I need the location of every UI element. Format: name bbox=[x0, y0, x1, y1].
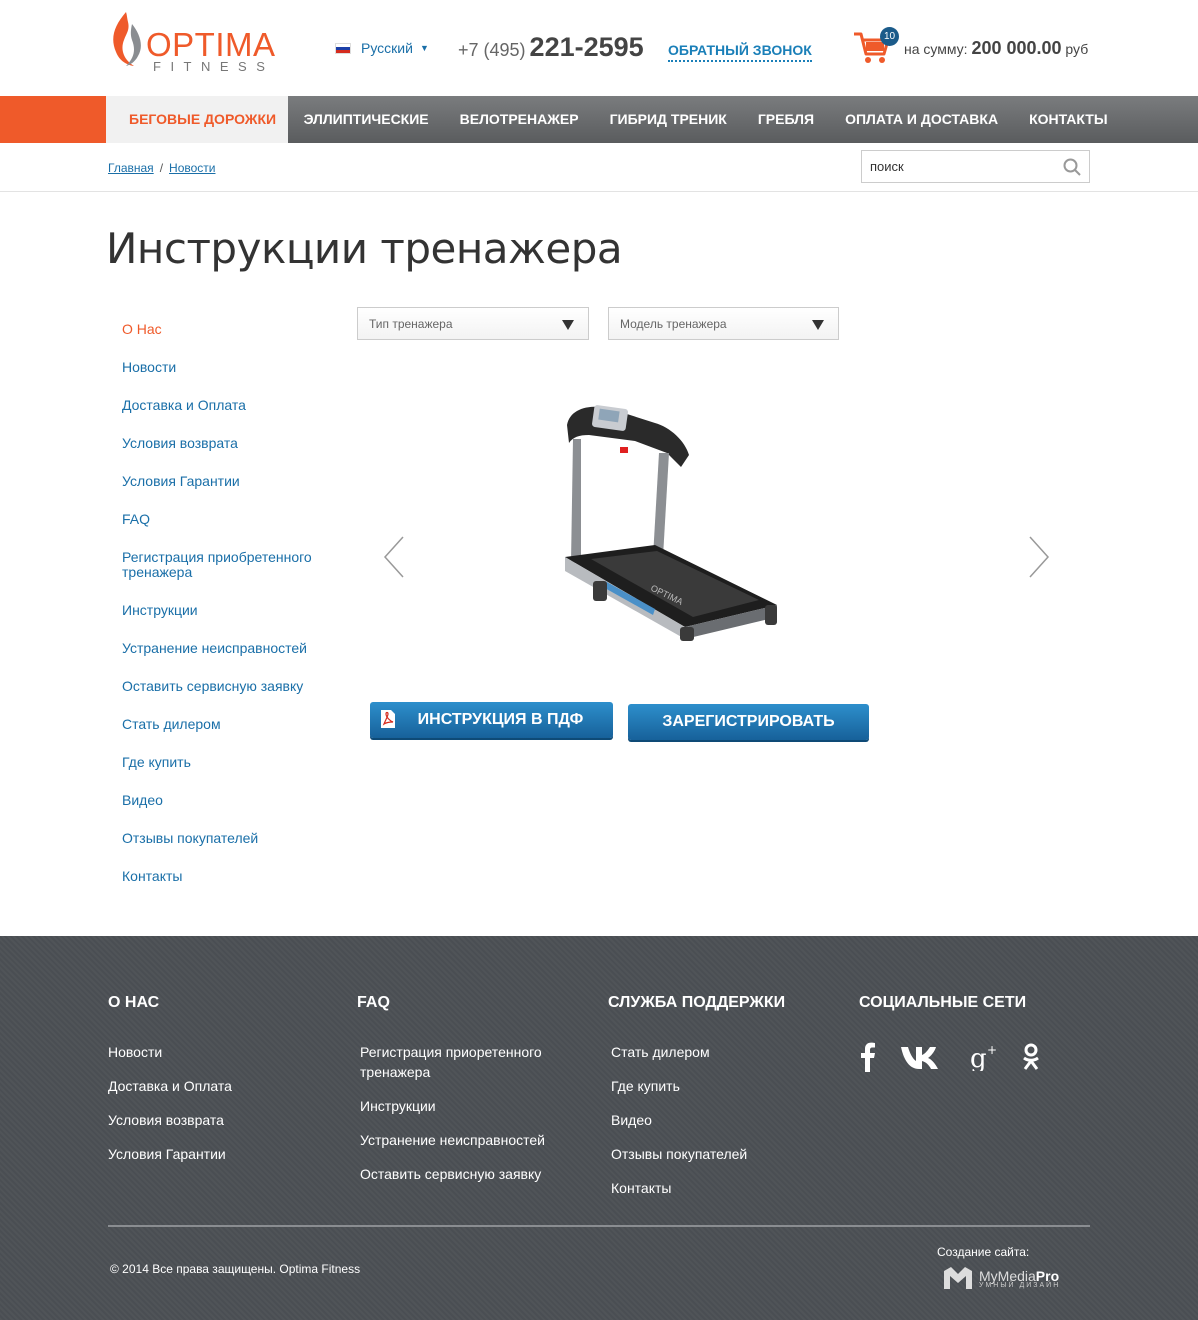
footer-col-social: СОЦИАЛЬНЫЕ СЕТИ bbox=[859, 994, 1026, 1042]
breadcrumb-bar: Главная / Новости bbox=[0, 143, 1198, 192]
phone-code: +7 (495) bbox=[458, 40, 526, 60]
footer-link-delivery[interactable]: Доставка и Оплата bbox=[108, 1076, 232, 1096]
footer-col-about: О НАС Новости Доставка и Оплата Условия … bbox=[108, 994, 232, 1178]
social-icons: g + bbox=[860, 1042, 1064, 1072]
model-select[interactable]: Модель тренажера bbox=[608, 307, 839, 340]
made-by-label: Создание сайта: bbox=[937, 1245, 1030, 1259]
search-input[interactable] bbox=[862, 151, 1052, 182]
footer-link-returns[interactable]: Условия возврата bbox=[108, 1110, 232, 1130]
footer-col-faq: FAQ Регистрация приоретенного тренажера … bbox=[357, 994, 557, 1198]
main-navigation: БЕГОВЫЕ ДОРОЖКИ ЭЛЛИПТИЧЕСКИЕ ВЕЛОТРЕНАЖ… bbox=[0, 96, 1198, 143]
sidebar-item-troubleshooting[interactable]: Устранение неисправностей bbox=[122, 641, 332, 656]
cart-count-badge: 10 bbox=[880, 27, 899, 46]
sidebar-item-become-dealer[interactable]: Стать дилером bbox=[122, 717, 332, 732]
footer-divider bbox=[108, 1225, 1090, 1227]
nav-item-treadmills[interactable]: БЕГОВЫЕ ДОРОЖКИ bbox=[106, 96, 289, 143]
nav-item-hybrid[interactable]: ГИБРИД ТРЕНИК bbox=[594, 96, 742, 143]
slider-next-arrow-icon[interactable] bbox=[1028, 535, 1050, 579]
type-select[interactable]: Тип тренажера bbox=[357, 307, 589, 340]
footer-link-warranty[interactable]: Условия Гарантии bbox=[108, 1144, 232, 1164]
page-title: Инструкции тренажера bbox=[106, 224, 623, 273]
footer-link-video[interactable]: Видео bbox=[608, 1110, 785, 1130]
copyright-text: © 2014 Все права защищены. Optima Fitnes… bbox=[110, 1262, 361, 1276]
footer-link-registration[interactable]: Регистрация приоретенного тренажера bbox=[357, 1042, 557, 1082]
vk-icon[interactable] bbox=[900, 1044, 946, 1070]
nav-item-payment-delivery[interactable]: ОПЛАТА И ДОСТАВКА bbox=[830, 96, 1014, 143]
svg-text:g: g bbox=[970, 1044, 987, 1071]
treadmill-product-image: OPTIMA bbox=[565, 405, 777, 641]
svg-text:+: + bbox=[987, 1043, 997, 1057]
search-icon[interactable] bbox=[1063, 158, 1081, 176]
footer-link-become-dealer[interactable]: Стать дилером bbox=[608, 1042, 785, 1062]
breadcrumb-separator: / bbox=[159, 161, 164, 175]
sidebar-item-faq[interactable]: FAQ bbox=[122, 512, 332, 527]
nav-item-ellipticals[interactable]: ЭЛЛИПТИЧЕСКИЕ bbox=[288, 96, 444, 143]
model-select-value: Модель тренажера bbox=[620, 317, 727, 331]
caret-down-icon: ▼ bbox=[419, 43, 429, 53]
site-logo[interactable]: OPTIMA FITNESS bbox=[106, 10, 286, 74]
studio-logo-icon bbox=[944, 1267, 972, 1289]
slider-prev-arrow-icon[interactable] bbox=[383, 535, 405, 579]
download-pdf-button[interactable]: ИНСТРУКЦИЯ В ПДФ bbox=[370, 702, 613, 738]
sidebar-item-about[interactable]: О Нас bbox=[122, 322, 332, 337]
logo-subtitle: FITNESS bbox=[153, 59, 275, 74]
footer-link-where-to-buy[interactable]: Где купить bbox=[608, 1076, 785, 1096]
footer-heading-faq: FAQ bbox=[357, 994, 390, 1011]
type-select-value: Тип тренажера bbox=[369, 317, 453, 331]
sidebar-item-video[interactable]: Видео bbox=[122, 793, 332, 808]
footer-heading-social: СОЦИАЛЬНЫЕ СЕТИ bbox=[859, 994, 1027, 1011]
sidebar-item-warranty[interactable]: Условия Гарантии bbox=[122, 474, 332, 489]
nav-item-bikes[interactable]: ВЕЛОТРЕНАЖЕР bbox=[444, 96, 594, 143]
cart-sum-label: на сумму: bbox=[904, 41, 968, 57]
nav-item-rowing[interactable]: ГРЕБЛЯ bbox=[742, 96, 829, 143]
sidebar-menu: О Нас Новости Доставка и Оплата Условия … bbox=[122, 322, 332, 907]
flame-logo-icon bbox=[113, 12, 141, 66]
breadcrumb-news[interactable]: Новости bbox=[169, 161, 215, 175]
sidebar-item-contacts[interactable]: Контакты bbox=[122, 869, 332, 884]
footer-heading-support: СЛУЖБА ПОДДЕРЖКИ bbox=[608, 994, 786, 1011]
site-header: OPTIMA FITNESS Русский ▼ +7 (495) 221-25… bbox=[0, 0, 1198, 96]
triangle-down-icon bbox=[562, 320, 574, 330]
sidebar-item-reviews[interactable]: Отзывы покупателей bbox=[122, 831, 332, 846]
footer-link-reviews[interactable]: Отзывы покупателей bbox=[608, 1144, 785, 1164]
footer-col-support: СЛУЖБА ПОДДЕРЖКИ Стать дилером Где купит… bbox=[608, 994, 785, 1212]
sidebar-item-returns[interactable]: Условия возврата bbox=[122, 436, 332, 451]
register-button[interactable]: ЗАРЕГИСТРИРОВАТЬ bbox=[628, 704, 869, 740]
facebook-icon[interactable] bbox=[860, 1042, 876, 1072]
footer-link-news[interactable]: Новости bbox=[108, 1042, 232, 1062]
breadcrumb-home[interactable]: Главная bbox=[108, 161, 154, 175]
pdf-icon bbox=[381, 710, 395, 728]
search-box bbox=[861, 150, 1090, 183]
sidebar-item-delivery[interactable]: Доставка и Оплата bbox=[122, 398, 332, 413]
sidebar-item-news[interactable]: Новости bbox=[122, 360, 332, 375]
footer-link-service-request[interactable]: Оставить сервисную заявку bbox=[357, 1164, 557, 1184]
odnoklassniki-icon[interactable] bbox=[1022, 1043, 1040, 1071]
sidebar-item-instructions[interactable]: Инструкции bbox=[122, 603, 332, 618]
sidebar-item-registration[interactable]: Регистрация приобретенного тренажера bbox=[122, 550, 332, 580]
footer-heading-about: О НАС bbox=[108, 994, 160, 1011]
studio-logo[interactable]: MyMediaPro УМНЫЙ ДИЗАЙН bbox=[943, 1266, 1060, 1290]
studio-tagline: УМНЫЙ ДИЗАЙН bbox=[979, 1281, 1061, 1289]
footer-link-troubleshooting[interactable]: Устранение неисправностей bbox=[357, 1130, 557, 1150]
triangle-down-icon bbox=[812, 320, 824, 330]
footer-link-instructions[interactable]: Инструкции bbox=[357, 1096, 557, 1116]
nav-accent-block bbox=[0, 96, 106, 143]
nav-item-contacts[interactable]: КОНТАКТЫ bbox=[1014, 96, 1123, 143]
cart-sum-value: 200 000.00 bbox=[971, 38, 1062, 58]
russia-flag-icon bbox=[335, 42, 351, 54]
language-selector[interactable]: Русский ▼ bbox=[335, 40, 429, 56]
footer-link-contacts[interactable]: Контакты bbox=[608, 1178, 785, 1198]
breadcrumb: Главная / Новости bbox=[108, 161, 215, 175]
cart-currency: руб bbox=[1065, 41, 1089, 57]
sidebar-item-service-request[interactable]: Оставить сервисную заявку bbox=[122, 679, 332, 694]
sidebar-item-where-to-buy[interactable]: Где купить bbox=[122, 755, 332, 770]
phone-main: 221-2595 bbox=[529, 32, 644, 62]
callback-link[interactable]: ОБРАТНЫЙ ЗВОНОК bbox=[668, 42, 812, 62]
language-label: Русский bbox=[361, 40, 413, 56]
site-footer: О НАС Новости Доставка и Оплата Условия … bbox=[0, 936, 1198, 1320]
phone-number: +7 (495) 221-2595 bbox=[458, 32, 644, 63]
cart-sum: на сумму: 200 000.00 руб bbox=[904, 38, 1088, 59]
download-pdf-label: ИНСТРУКЦИЯ В ПДФ bbox=[417, 711, 584, 728]
google-plus-icon[interactable]: g + bbox=[970, 1043, 998, 1071]
